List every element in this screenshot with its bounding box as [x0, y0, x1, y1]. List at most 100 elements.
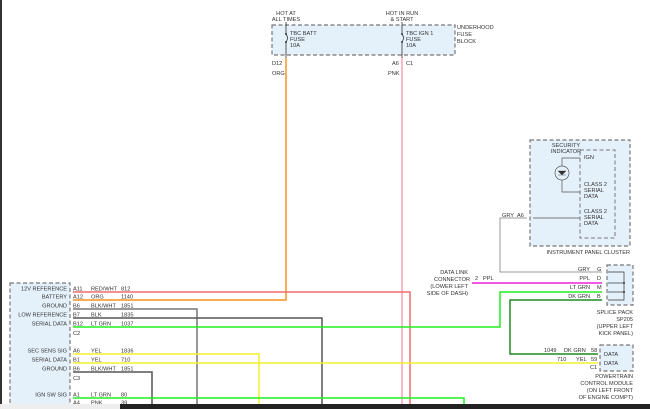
wire-blk-wht-2: [73, 371, 153, 409]
splice-name: SPLICE PACK: [597, 310, 634, 316]
module-pin-label: GROUND: [42, 304, 67, 310]
fuse-block-name: UNDERHOOD: [457, 25, 494, 31]
module-pin: A12: [73, 295, 83, 301]
module-pin: B6: [73, 367, 80, 373]
pcm-connector-c1: C1: [590, 365, 597, 371]
fuse-block-name-2: FUSE: [457, 32, 472, 38]
splice-color-gry: GRY: [578, 267, 590, 273]
splice-location: (UPPER LEFT: [597, 324, 634, 330]
splice-color-dk-grn: DK GRN: [568, 294, 590, 300]
left-module: 12V REFERENCE A11 RED/WHT 812 BATTERY A12 ORG 1…: [9, 282, 133, 409]
pcm-pin-58: 58: [591, 348, 597, 354]
pin-a6: A6: [392, 61, 399, 67]
dlc-label-4: SIDE OF DASH): [427, 291, 468, 297]
splice-box: [606, 264, 634, 306]
module-wire-color: BLK/WHT: [91, 367, 116, 373]
dlc-label-2: CONNECTOR: [434, 277, 470, 283]
module-pin-label: BATTERY: [42, 295, 68, 301]
pcm-name-2: CONTROL MODULE: [580, 381, 633, 387]
module-circuit-number: 1835: [121, 313, 133, 319]
module-wire-color: RED/WHT: [91, 287, 118, 293]
wires: [73, 58, 602, 409]
module-pin: A6: [73, 349, 80, 355]
class2-label-a-3: DATA: [584, 194, 598, 200]
pcm-pin-59: 59: [591, 357, 597, 363]
pcm-location-2: OF ENGINE COMPT): [579, 395, 634, 401]
wire-color-org: ORG: [272, 71, 285, 77]
security-indicator-label-2: INDICATOR: [551, 149, 581, 155]
bottom-bar: [120, 404, 650, 409]
splice-id: SP205: [616, 317, 633, 323]
fuse-block-name-3: BLOCK: [457, 39, 476, 45]
pcm-box: [599, 344, 634, 372]
pcm-data-label-2: DATA: [604, 361, 618, 367]
pcm-data-label: DATA: [604, 352, 618, 358]
module-circuit-number: 812: [121, 287, 130, 293]
splice-pack: GRY G PPL D LT GRN M DK GRN B SPLICE PAC…: [568, 264, 634, 337]
instrument-panel-cluster: SECURITY INDICATOR IGN CLASS 2 SERIAL DA…: [502, 139, 631, 256]
pcm-circuit-1049: 1049: [544, 348, 556, 354]
module-pin-label: IGN SW SIG: [35, 393, 67, 399]
module-wire-color: YEL: [91, 349, 102, 355]
pcm-name: POWERTRAIN: [595, 374, 633, 380]
fuse2-rating: 10A: [406, 43, 416, 49]
splice-color-lt-grn: LT GRN: [570, 285, 590, 291]
module-wire-color: LT GRN: [91, 322, 111, 328]
module-wire-color: ORG: [91, 295, 104, 301]
module-pin-label: SERIAL DATA: [32, 322, 68, 328]
dlc-label-3: (LOWER LEFT: [430, 284, 468, 290]
wire-color-gry: GRY: [502, 213, 514, 219]
module-pin: A1: [73, 393, 80, 399]
dlc-pin: 2: [475, 276, 478, 282]
module-pin-label: SERIAL DATA: [32, 358, 68, 364]
module-pin: A11: [73, 287, 83, 293]
pcm-circuit-710: 710: [557, 357, 566, 363]
module-wire-color: BLK: [91, 313, 102, 319]
wire-color-pnk: PNK: [388, 71, 400, 77]
pcm-color-dk-grn: DK GRN: [564, 348, 586, 354]
module-pin-label: SEC SENS SIG: [28, 349, 67, 355]
module-pin: B6: [73, 304, 80, 310]
module-pin: B1: [73, 358, 80, 364]
splice-location-2: KICK PANEL): [599, 331, 634, 337]
fuse1-rating: 10A: [290, 43, 300, 49]
wiring-diagram: HOT AT ALL TIMES HOT IN RUN & START UNDE…: [0, 0, 650, 409]
pcm-location: (ON LEFT FRONT: [587, 388, 634, 394]
wire-dk-grn: [509, 299, 602, 355]
module-circuit-number: 1140: [121, 295, 133, 301]
splice-pin-b: B: [597, 294, 601, 300]
module-pin: B12: [73, 322, 83, 328]
wire-orange: [73, 58, 287, 301]
module-pin-label: LOW REFERENCE: [18, 313, 67, 319]
splice-color-ppl: PPL: [579, 276, 590, 282]
module-pin: B7: [73, 313, 80, 319]
dlc-wire-color: PPL: [483, 276, 494, 282]
module-pin-label: GROUND: [42, 367, 67, 373]
connector-c1: C1: [406, 61, 413, 67]
class2-label-b-3: DATA: [584, 221, 598, 227]
ign-label: IGN: [584, 155, 594, 161]
module-wire-color: LT GRN: [91, 393, 111, 399]
splice-pin-m: M: [597, 285, 602, 291]
module-wire-color: BLK/WHT: [91, 304, 116, 310]
module-circuit-number: 80: [121, 393, 127, 399]
module-circuit-number: 1851: [121, 367, 133, 373]
connector-c2: C2: [73, 331, 80, 337]
module-box: [9, 282, 71, 409]
module-pin-label: 12V REFERENCE: [21, 287, 67, 293]
module-circuit-number: 1836: [121, 349, 133, 355]
splice-pin-g: G: [597, 267, 601, 273]
module-circuit-number: 710: [121, 358, 130, 364]
underhood-fuse-block: HOT AT ALL TIMES HOT IN RUN & START UNDE…: [271, 11, 494, 77]
dlc-label: DATA LINK: [440, 270, 468, 276]
pcm-color-yel: YEL: [576, 357, 587, 363]
pin-d12: D12: [272, 61, 282, 67]
connector-c3: C3: [73, 376, 80, 382]
ipc-pin-a6: A6: [517, 213, 524, 219]
splice-pin-d: D: [597, 276, 601, 282]
ipc-name: INSTRUMENT PANEL CLUSTER: [546, 250, 630, 256]
left-border: [0, 0, 2, 409]
module-circuit-number: 1851: [121, 304, 133, 310]
bottom-bar-left: [0, 404, 120, 409]
module-wire-color: YEL: [91, 358, 102, 364]
